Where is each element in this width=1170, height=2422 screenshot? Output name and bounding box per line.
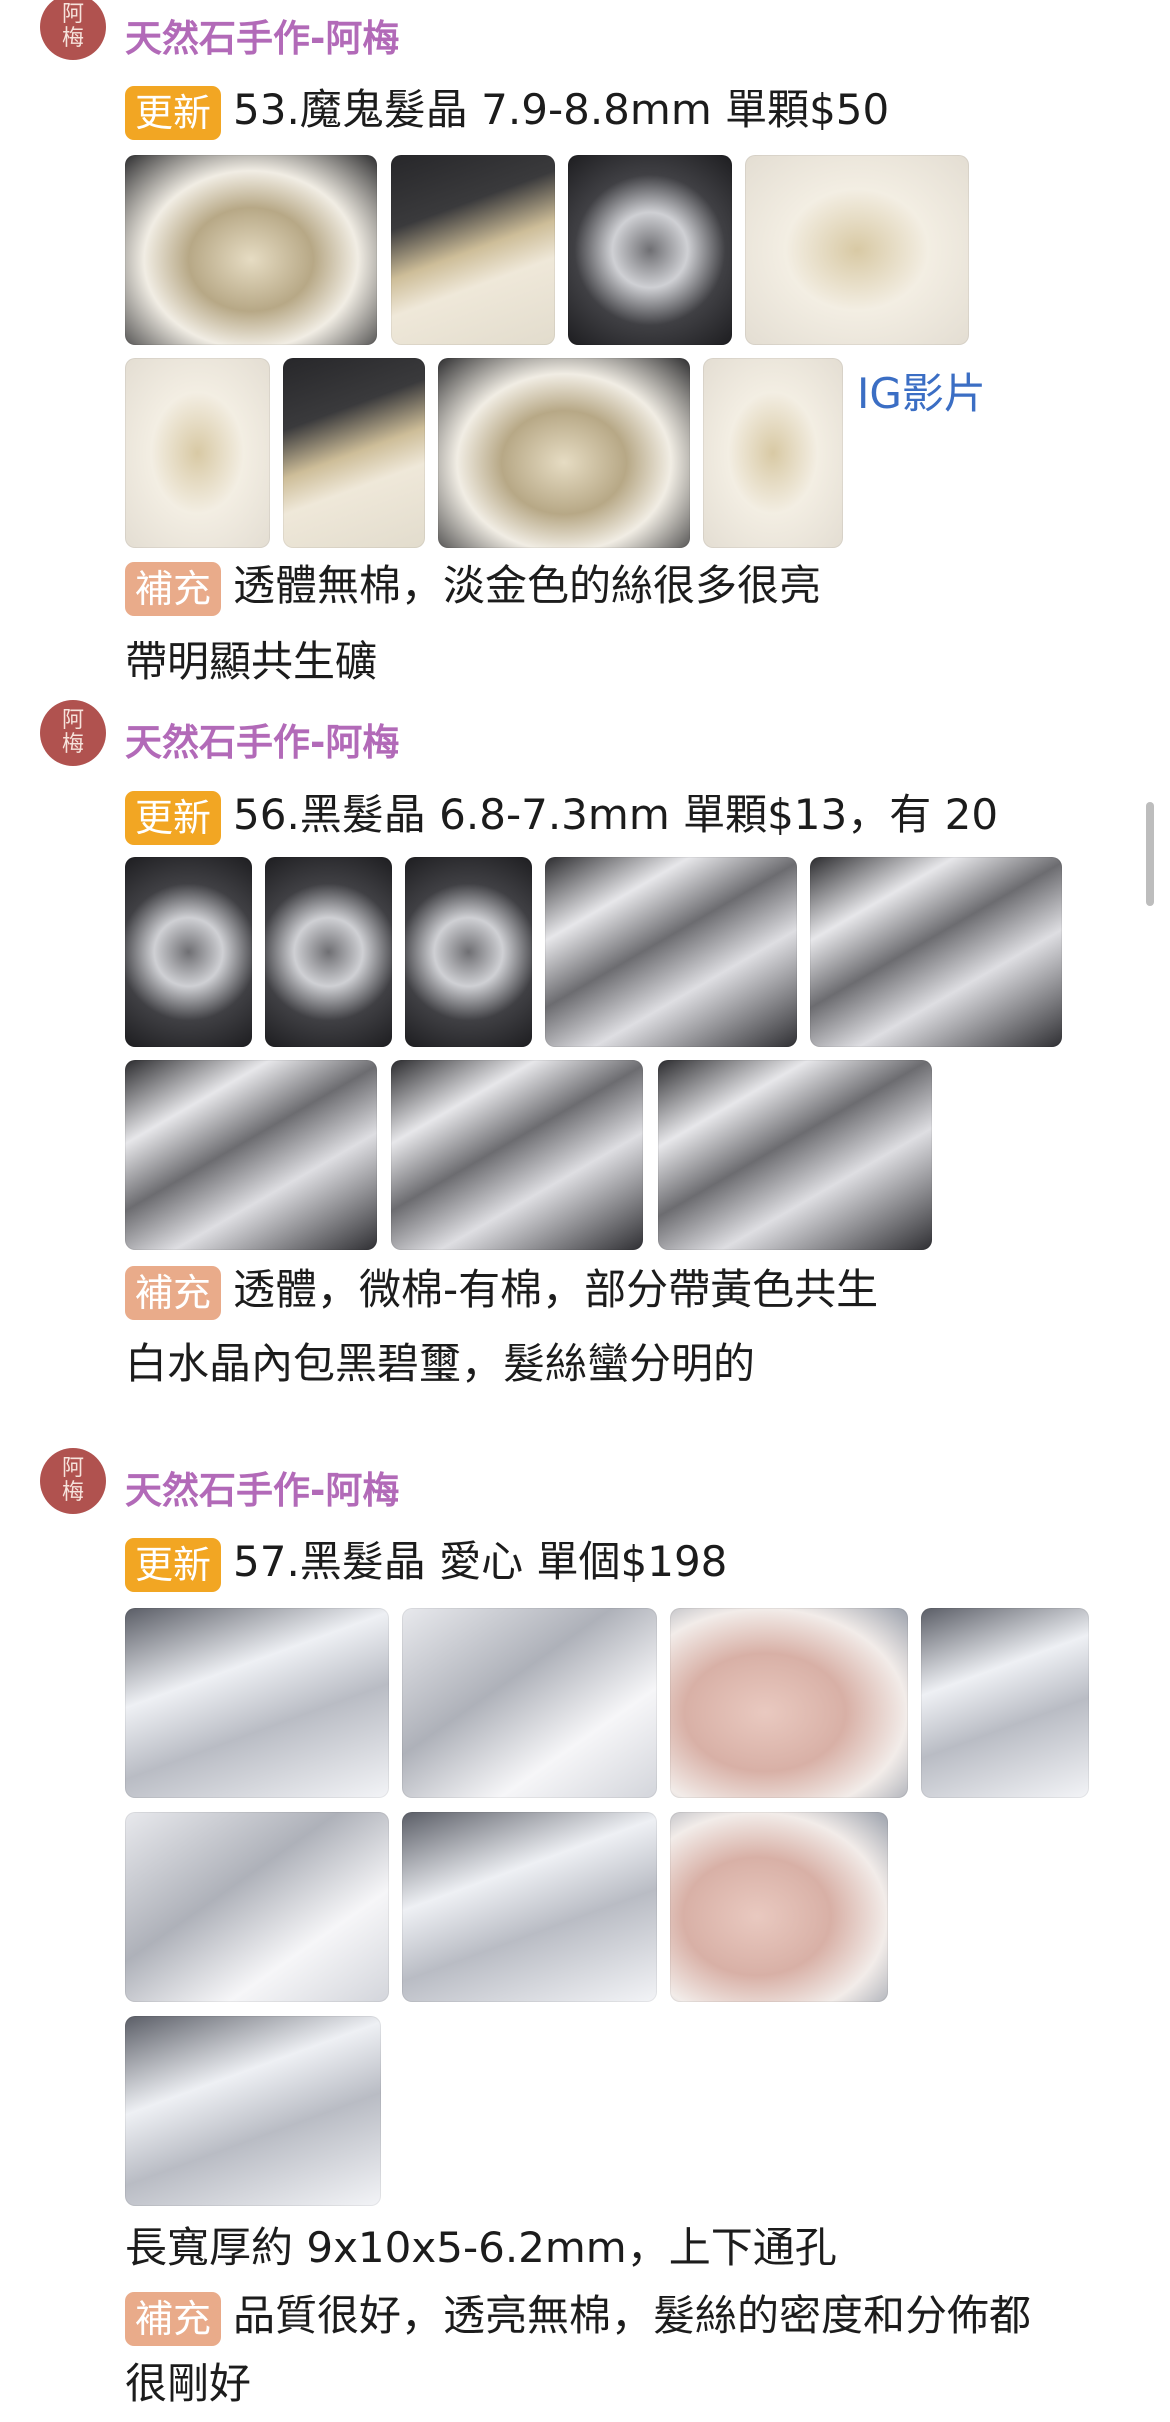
post-title-line: 更新 53.魔鬼髮晶 7.9-8.8mm 單顆$50 xyxy=(125,80,889,140)
extra-note-continued: 帶明顯共生礦 xyxy=(125,637,378,686)
extra-note-continued: 白水晶內包黑碧璽，髮絲蠻分明的 xyxy=(125,1339,756,1388)
photo-thumbnail[interactable] xyxy=(125,857,252,1047)
photo-thumbnail[interactable] xyxy=(438,358,690,548)
photo-thumbnail[interactable] xyxy=(545,857,797,1047)
author-name[interactable]: 天然石手作-阿梅 xyxy=(125,8,399,62)
author-name[interactable]: 天然石手作-阿梅 xyxy=(125,712,399,766)
extra-tag: 補充 xyxy=(125,2291,222,2346)
photo-thumbnail[interactable] xyxy=(405,857,532,1047)
avatar[interactable]: 阿 梅 xyxy=(40,700,106,766)
photo-thumbnail[interactable] xyxy=(921,1608,1089,1798)
photo-thumbnail[interactable] xyxy=(402,1608,657,1798)
photo-thumbnail[interactable] xyxy=(658,1060,932,1250)
photo-thumbnail[interactable] xyxy=(745,155,969,345)
post-title-line: 更新 57.黑髮晶 愛心 單個$198 xyxy=(125,1532,727,1592)
photo-thumbnail[interactable] xyxy=(703,358,843,548)
post-title: 57.黑髮晶 愛心 單個$198 xyxy=(233,1537,728,1586)
photo-thumbnail[interactable] xyxy=(391,155,555,345)
post-title: 53.魔鬼髮晶 7.9-8.8mm 單顆$50 xyxy=(233,85,890,134)
photo-thumbnail[interactable] xyxy=(670,1812,888,2002)
photo-thumbnail[interactable] xyxy=(125,1608,389,1798)
ig-video-link[interactable]: IG影片 xyxy=(857,360,986,421)
extra-note: 透體，微棉-有棉，部分帶黃色共生 xyxy=(233,1265,879,1314)
avatar[interactable]: 阿 梅 xyxy=(40,0,106,60)
scrollbar[interactable] xyxy=(1146,802,1154,906)
photo-thumbnail[interactable] xyxy=(810,857,1062,1047)
extra-note-line: 補充 透體，微棉-有棉，部分帶黃色共生 xyxy=(125,1260,878,1320)
photo-thumbnail[interactable] xyxy=(283,358,425,548)
size-note: 長寬厚約 9x10x5-6.2mm，上下通孔 xyxy=(125,2223,837,2272)
author-name[interactable]: 天然石手作-阿梅 xyxy=(125,1460,399,1514)
post-title: 56.黑髮晶 6.8-7.3mm 單顆$13，有 20 xyxy=(233,790,999,839)
photo-thumbnail[interactable] xyxy=(568,155,732,345)
extra-note: 品質很好，透亮無棉，髮絲的密度和分佈都 xyxy=(233,2291,1032,2340)
extra-note: 透體無棉，淡金色的絲很多很亮 xyxy=(233,561,822,610)
update-tag: 更新 xyxy=(125,1537,222,1592)
photo-thumbnail[interactable] xyxy=(670,1608,908,1798)
extra-note-line: 補充 品質很好，透亮無棉，髮絲的密度和分佈都 xyxy=(125,2286,1031,2346)
photo-thumbnail[interactable] xyxy=(391,1060,643,1250)
photo-thumbnail[interactable] xyxy=(125,1060,377,1250)
photo-thumbnail[interactable] xyxy=(265,857,392,1047)
extra-tag: 補充 xyxy=(125,1265,222,1320)
photo-thumbnail[interactable] xyxy=(125,358,270,548)
avatar[interactable]: 阿 梅 xyxy=(40,1448,106,1514)
extra-note-continued: 很剛好 xyxy=(125,2359,252,2408)
photo-thumbnail[interactable] xyxy=(125,155,377,345)
photo-thumbnail[interactable] xyxy=(125,1812,389,2002)
update-tag: 更新 xyxy=(125,790,222,845)
photo-thumbnail[interactable] xyxy=(125,2016,381,2206)
extra-note-line: 補充 透體無棉，淡金色的絲很多很亮 xyxy=(125,556,821,616)
update-tag: 更新 xyxy=(125,85,222,140)
photo-thumbnail[interactable] xyxy=(402,1812,657,2002)
post-title-line: 更新 56.黑髮晶 6.8-7.3mm 單顆$13，有 20 xyxy=(125,785,998,845)
extra-tag: 補充 xyxy=(125,561,222,616)
